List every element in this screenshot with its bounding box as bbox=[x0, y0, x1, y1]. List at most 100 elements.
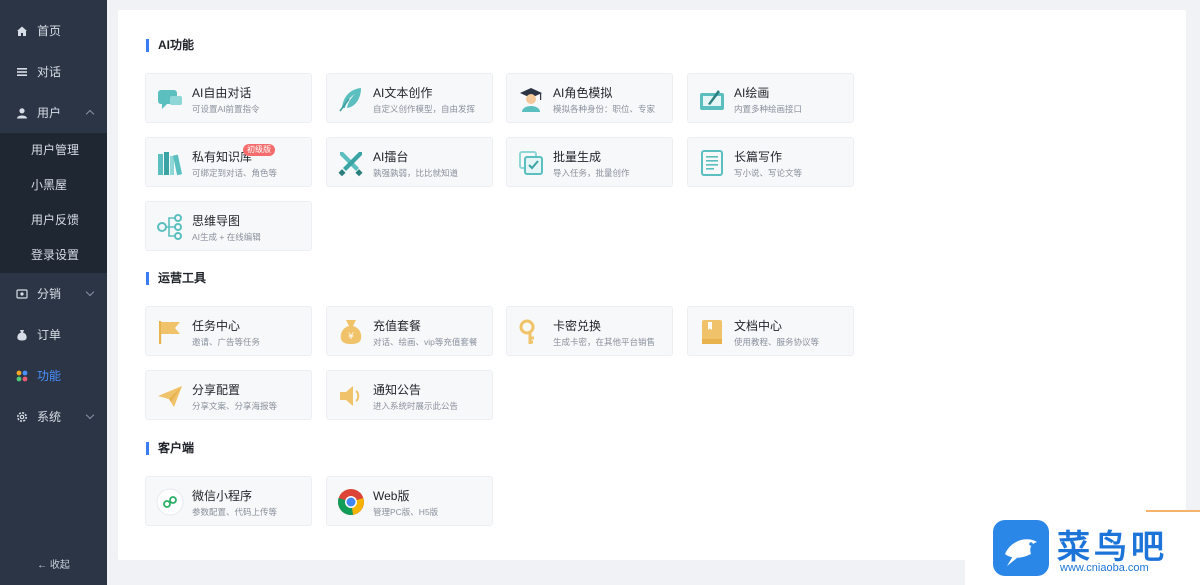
card-desc: 自定义创作模型，自由发挥 bbox=[373, 104, 476, 114]
card-web-version[interactable]: Web版 管理PC版、H5版 bbox=[326, 476, 493, 526]
nav-orders[interactable]: 订单 bbox=[0, 314, 107, 355]
chrome-icon bbox=[337, 489, 364, 515]
card-title: AI文本创作 bbox=[373, 86, 433, 100]
card-title: AI擂台 bbox=[373, 150, 409, 164]
card-desc: 可绑定到对话、角色等 bbox=[192, 168, 278, 178]
gear-icon bbox=[17, 411, 27, 422]
sub-item-feedback[interactable]: 用户反馈 bbox=[0, 203, 107, 238]
key-icon bbox=[519, 319, 535, 344]
card-title: 微信小程序 bbox=[192, 489, 253, 503]
tier-badge: 初级版 bbox=[243, 144, 275, 156]
card-desc: 进入系统时展示此公告 bbox=[373, 401, 459, 411]
nav-features[interactable]: 功能 bbox=[0, 355, 107, 396]
card-title: 批量生成 bbox=[553, 150, 602, 164]
chevron-up-icon bbox=[85, 109, 95, 119]
collapse-label: 收起 bbox=[49, 560, 70, 571]
nav-home-label: 首页 bbox=[37, 24, 62, 38]
card-title: Web版 bbox=[373, 489, 410, 503]
features-panel: AI功能 AI自由对话 可设置AI前置指令 AI文本创作 自定义创作模型，自由发… bbox=[118, 10, 1186, 560]
book-icon bbox=[702, 320, 722, 344]
watermark-url: www.cniaoba.com bbox=[1060, 562, 1149, 574]
home-icon bbox=[17, 26, 27, 36]
card-ai-writing[interactable]: AI文本创作 自定义创作模型，自由发挥 bbox=[326, 73, 493, 123]
card-long-writing[interactable]: 长篇写作 写小说、写论文等 bbox=[687, 137, 854, 187]
card-task-center[interactable]: 任务中心 邀请、广告等任务 bbox=[145, 306, 312, 356]
card-desc: 模拟各种身份：职位、专家 bbox=[553, 104, 656, 114]
collapse-button[interactable]: ← 收起 bbox=[0, 556, 107, 571]
nav-home[interactable]: 首页 bbox=[0, 10, 107, 51]
card-share-config[interactable]: 分享配置 分享文案、分享海报等 bbox=[145, 370, 312, 420]
card-announcement[interactable]: 通知公告 进入系统时展示此公告 bbox=[326, 370, 493, 420]
nav-features-label: 功能 bbox=[37, 369, 62, 383]
card-recharge-plans[interactable]: ¥ 充值套餐 对话、绘画、vip等充值套餐 bbox=[326, 306, 493, 356]
card-desc: 参数配置、代码上传等 bbox=[192, 507, 278, 517]
card-desc: 孰强孰弱，比比就知道 bbox=[373, 168, 459, 178]
distribution-icon bbox=[16, 288, 28, 299]
card-desc: 内置多种绘画接口 bbox=[734, 104, 803, 114]
sub-item-login-settings[interactable]: 登录设置 bbox=[0, 238, 107, 273]
card-wechat-miniprogram[interactable]: 微信小程序 参数配置、代码上传等 bbox=[145, 476, 312, 526]
card-desc: 对话、绘画、vip等充值套餐 bbox=[373, 337, 478, 347]
feather-icon bbox=[339, 88, 361, 112]
document-icon bbox=[701, 150, 723, 176]
arrow-left-icon: ← bbox=[37, 560, 48, 571]
menu-icon bbox=[17, 67, 27, 76]
card-title: 卡密兑换 bbox=[553, 319, 602, 333]
card-ai-role[interactable]: AI角色模拟 模拟各种身份：职位、专家 bbox=[506, 73, 673, 123]
speaker-icon bbox=[340, 386, 360, 406]
graduate-icon bbox=[520, 88, 542, 112]
mindmap-icon bbox=[157, 214, 182, 240]
nav-orders-label: 订单 bbox=[37, 328, 62, 342]
swords-icon bbox=[338, 152, 363, 177]
user-submenu: 用户管理 小黑屋 用户反馈 登录设置 bbox=[0, 133, 107, 273]
section-title-ai: AI功能 bbox=[146, 39, 194, 52]
card-redeem-code[interactable]: 卡密兑换 生成卡密，在其他平台销售 bbox=[506, 306, 673, 356]
books-icon bbox=[158, 152, 183, 176]
paint-icon bbox=[700, 90, 724, 110]
sub-item-user-management[interactable]: 用户管理 bbox=[0, 133, 107, 168]
bird-logo-icon bbox=[993, 520, 1049, 576]
card-ai-painting[interactable]: AI绘画 内置多种绘画接口 bbox=[687, 73, 854, 123]
nav-distribution[interactable]: 分销 bbox=[0, 273, 107, 314]
money-bag-icon bbox=[17, 329, 27, 340]
sidebar: 首页 对话 用户 用户管理 小黑屋 用户反馈 登录设置 分销 订单 功能 系统 … bbox=[0, 0, 107, 585]
nav-system[interactable]: 系统 bbox=[0, 396, 107, 437]
batch-icon bbox=[519, 151, 543, 175]
card-desc: 可设置AI前置指令 bbox=[192, 104, 260, 114]
nav-user-label: 用户 bbox=[37, 106, 62, 120]
card-title: 长篇写作 bbox=[734, 150, 783, 164]
card-title: 思维导图 bbox=[192, 214, 241, 228]
card-desc: 分享文案、分享海报等 bbox=[192, 401, 278, 411]
card-title: 文档中心 bbox=[734, 319, 783, 333]
card-desc: 写小说、写论文等 bbox=[734, 168, 803, 178]
card-desc: 生成卡密，在其他平台销售 bbox=[553, 337, 656, 347]
card-mind-map[interactable]: 思维导图 AI生成 + 在线编辑 bbox=[145, 201, 312, 251]
nav-system-label: 系统 bbox=[37, 410, 62, 424]
flag-icon bbox=[159, 321, 180, 344]
sub-item-blacklist[interactable]: 小黑屋 bbox=[0, 168, 107, 203]
chat-icon bbox=[158, 90, 182, 109]
card-title: AI自由对话 bbox=[192, 86, 252, 100]
card-title: AI绘画 bbox=[734, 86, 770, 100]
user-icon bbox=[17, 107, 27, 118]
card-ai-arena[interactable]: AI擂台 孰强孰弱，比比就知道 bbox=[326, 137, 493, 187]
card-desc: AI生成 + 在线编辑 bbox=[192, 232, 261, 242]
watermark-brand: 菜鸟吧 bbox=[1057, 527, 1168, 566]
card-title: 通知公告 bbox=[373, 383, 422, 397]
card-desc: 使用教程、服务协议等 bbox=[734, 337, 820, 347]
card-doc-center[interactable]: 文档中心 使用教程、服务协议等 bbox=[687, 306, 854, 356]
nav-user[interactable]: 用户 bbox=[0, 92, 107, 133]
card-desc: 管理PC版、H5版 bbox=[373, 507, 439, 517]
card-title: AI角色模拟 bbox=[553, 86, 613, 100]
money-bag-icon: ¥ bbox=[340, 320, 362, 344]
nav-chat[interactable]: 对话 bbox=[0, 51, 107, 92]
card-knowledge-base[interactable]: 私有知识库 可绑定到对话、角色等 初级版 bbox=[145, 137, 312, 187]
svg-text:¥: ¥ bbox=[348, 332, 354, 342]
paper-plane-icon bbox=[158, 386, 182, 407]
card-title: 任务中心 bbox=[192, 319, 241, 333]
card-batch-generate[interactable]: 批量生成 导入任务，批量创作 bbox=[506, 137, 673, 187]
card-desc: 导入任务，批量创作 bbox=[553, 168, 630, 178]
miniprogram-icon bbox=[156, 488, 184, 516]
card-ai-chat[interactable]: AI自由对话 可设置AI前置指令 bbox=[145, 73, 312, 123]
watermark: 菜鸟吧 www.cniaoba.com bbox=[965, 512, 1200, 585]
